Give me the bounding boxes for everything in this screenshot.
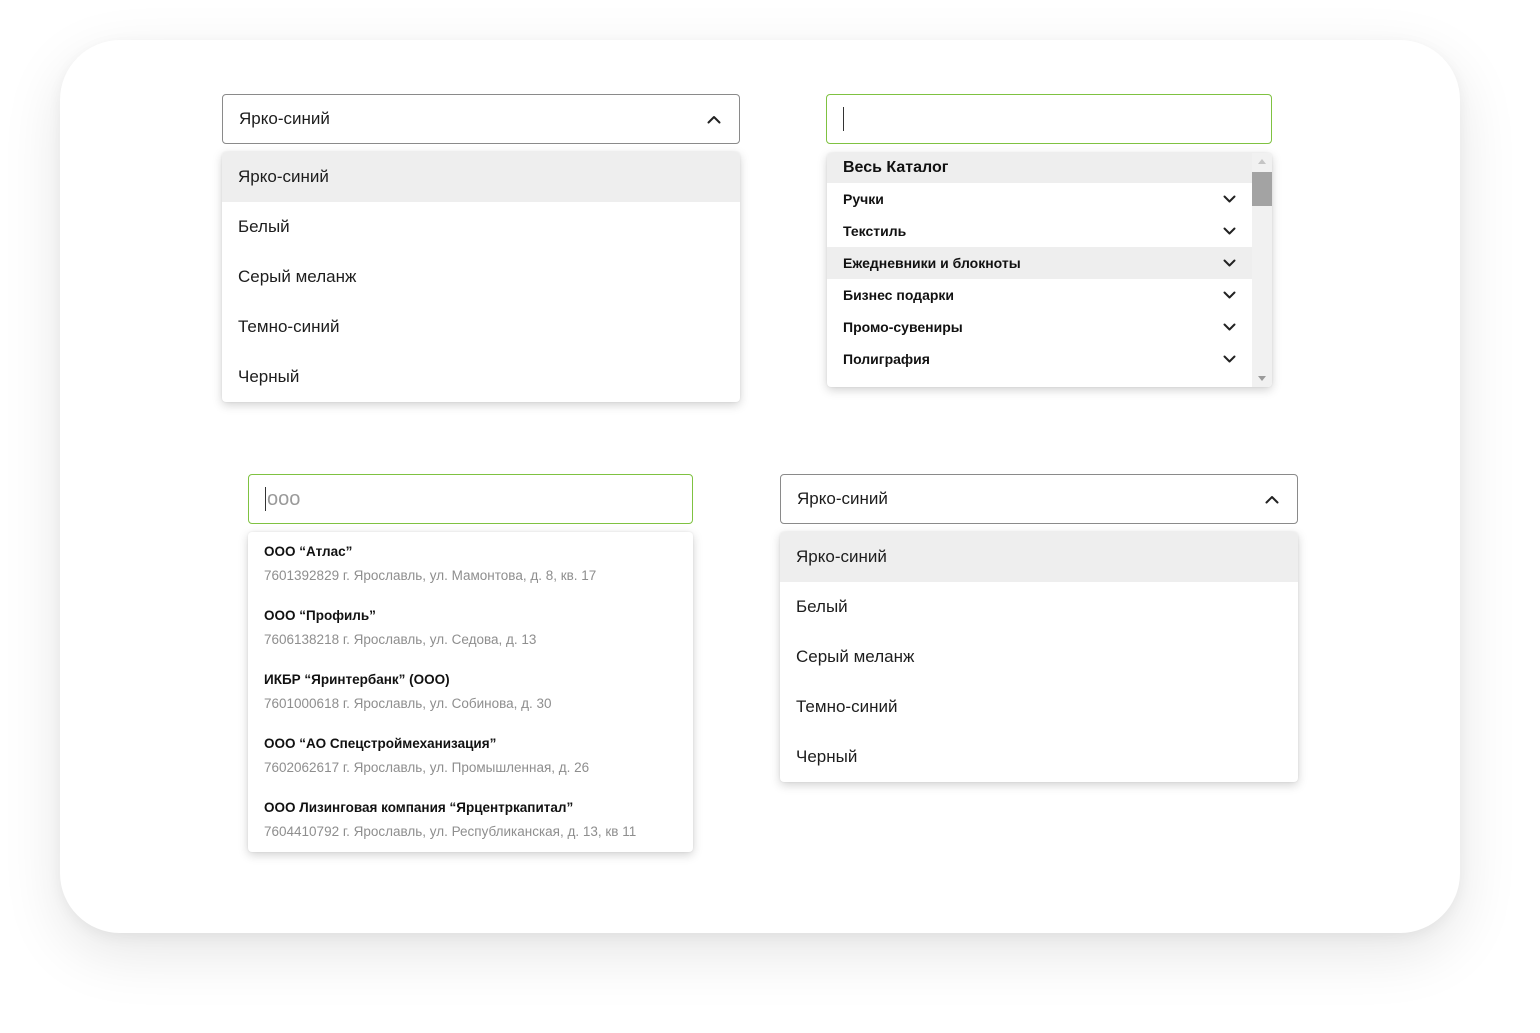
catalog-list: Весь Каталог Ручки Текстиль Ежедневники … xyxy=(827,153,1252,387)
catalog-item-label: Бизнес подарки xyxy=(843,287,955,303)
company-details: 7604410792 г. Ярославль, ул. Республикан… xyxy=(264,824,637,839)
catalog-item-printing[interactable]: Полиграфия xyxy=(827,343,1252,375)
color-select-1-dropdown: Ярко-синий Белый Серый меланж Темно-сини… xyxy=(222,152,740,402)
catalog-dropdown: Весь Каталог Ручки Текстиль Ежедневники … xyxy=(827,153,1272,387)
catalog-item-label: Ручки xyxy=(843,191,884,207)
chevron-up-icon[interactable] xyxy=(705,110,723,128)
company-result[interactable]: ИКБР “Яринтербанк” (ООО) 7601000618 г. Я… xyxy=(248,660,693,724)
company-name: ООО “АО Спецстроймеханизация” xyxy=(264,736,497,751)
catalog-header[interactable]: Весь Каталог xyxy=(827,153,1252,183)
company-name: ООО Лизинговая компания “Ярцентркапитал” xyxy=(264,800,574,815)
color-option-white[interactable]: Белый xyxy=(222,202,740,252)
company-details: 7601000618 г. Ярославль, ул. Собинова, д… xyxy=(264,696,552,711)
color-select-2-dropdown: Ярко-синий Белый Серый меланж Темно-сини… xyxy=(780,532,1298,782)
color-option-navy[interactable]: Темно-синий xyxy=(222,302,740,352)
color-option-grey-melange[interactable]: Серый меланж xyxy=(222,252,740,302)
company-results-dropdown: ООО “Атлас” 7601392829 г. Ярославль, ул.… xyxy=(248,532,693,852)
chevron-down-icon[interactable] xyxy=(1222,256,1236,270)
company-name: ООО “Атлас” xyxy=(264,544,353,559)
catalog-item-label: Промо-сувениры xyxy=(843,319,963,335)
chevron-down-icon[interactable] xyxy=(1222,192,1236,206)
color-select-2-value: Ярко-синий xyxy=(797,489,888,508)
chevron-up-icon[interactable] xyxy=(1263,490,1281,508)
catalog-scrollbar[interactable] xyxy=(1252,153,1272,387)
catalog-search-input[interactable] xyxy=(826,94,1272,144)
color-option-bright-blue[interactable]: Ярко-синий xyxy=(222,152,740,202)
color-option-grey-melange[interactable]: Серый меланж xyxy=(780,632,1298,682)
catalog-item-textile[interactable]: Текстиль xyxy=(827,215,1252,247)
company-search-input[interactable]: ооо xyxy=(248,474,693,524)
catalog-item-label: Ежедневники и блокноты xyxy=(843,255,1021,271)
color-option-white[interactable]: Белый xyxy=(780,582,1298,632)
company-result[interactable]: ООО “Атлас” 7601392829 г. Ярославль, ул.… xyxy=(248,532,693,596)
catalog-item-label: Полиграфия xyxy=(843,351,930,367)
catalog-item-promo-souvenirs[interactable]: Промо-сувениры xyxy=(827,311,1252,343)
chevron-down-icon[interactable] xyxy=(1222,288,1236,302)
color-option-black[interactable]: Черный xyxy=(222,352,740,402)
color-option-black[interactable]: Черный xyxy=(780,732,1298,782)
company-details: 7601392829 г. Ярославль, ул. Мамонтова, … xyxy=(264,568,597,583)
chevron-down-icon[interactable] xyxy=(1222,224,1236,238)
catalog-item-pens[interactable]: Ручки xyxy=(827,183,1252,215)
company-search-value: ооо xyxy=(267,487,301,510)
color-select-2[interactable]: Ярко-синий xyxy=(780,474,1298,524)
chevron-down-icon[interactable] xyxy=(1222,352,1236,366)
company-result[interactable]: ООО “Профиль” 7606138218 г. Ярославль, у… xyxy=(248,596,693,660)
company-result[interactable]: ООО Лизинговая компания “Ярцентркапитал”… xyxy=(248,788,693,852)
scroll-up-arrow-icon[interactable] xyxy=(1258,159,1266,164)
scroll-down-arrow-icon[interactable] xyxy=(1258,376,1266,381)
catalog-item-label: Текстиль xyxy=(843,223,907,239)
chevron-down-icon[interactable] xyxy=(1222,320,1236,334)
color-select-1-value: Ярко-синий xyxy=(239,109,330,128)
catalog-item-planners[interactable]: Ежедневники и блокноты xyxy=(827,247,1252,279)
color-option-navy[interactable]: Темно-синий xyxy=(780,682,1298,732)
company-name: ООО “Профиль” xyxy=(264,608,376,623)
catalog-item-business-gifts[interactable]: Бизнес подарки xyxy=(827,279,1252,311)
scrollbar-thumb[interactable] xyxy=(1252,172,1272,206)
company-details: 7602062617 г. Ярославль, ул. Промышленна… xyxy=(264,760,590,775)
company-result[interactable]: ООО “АО Спецстроймеханизация” 7602062617… xyxy=(248,724,693,788)
text-caret xyxy=(265,487,266,511)
color-option-bright-blue[interactable]: Ярко-синий xyxy=(780,532,1298,582)
color-select-1[interactable]: Ярко-синий xyxy=(222,94,740,144)
text-caret xyxy=(843,107,844,131)
company-details: 7606138218 г. Ярославль, ул. Седова, д. … xyxy=(264,632,537,647)
company-name: ИКБР “Яринтербанк” (ООО) xyxy=(264,672,450,687)
